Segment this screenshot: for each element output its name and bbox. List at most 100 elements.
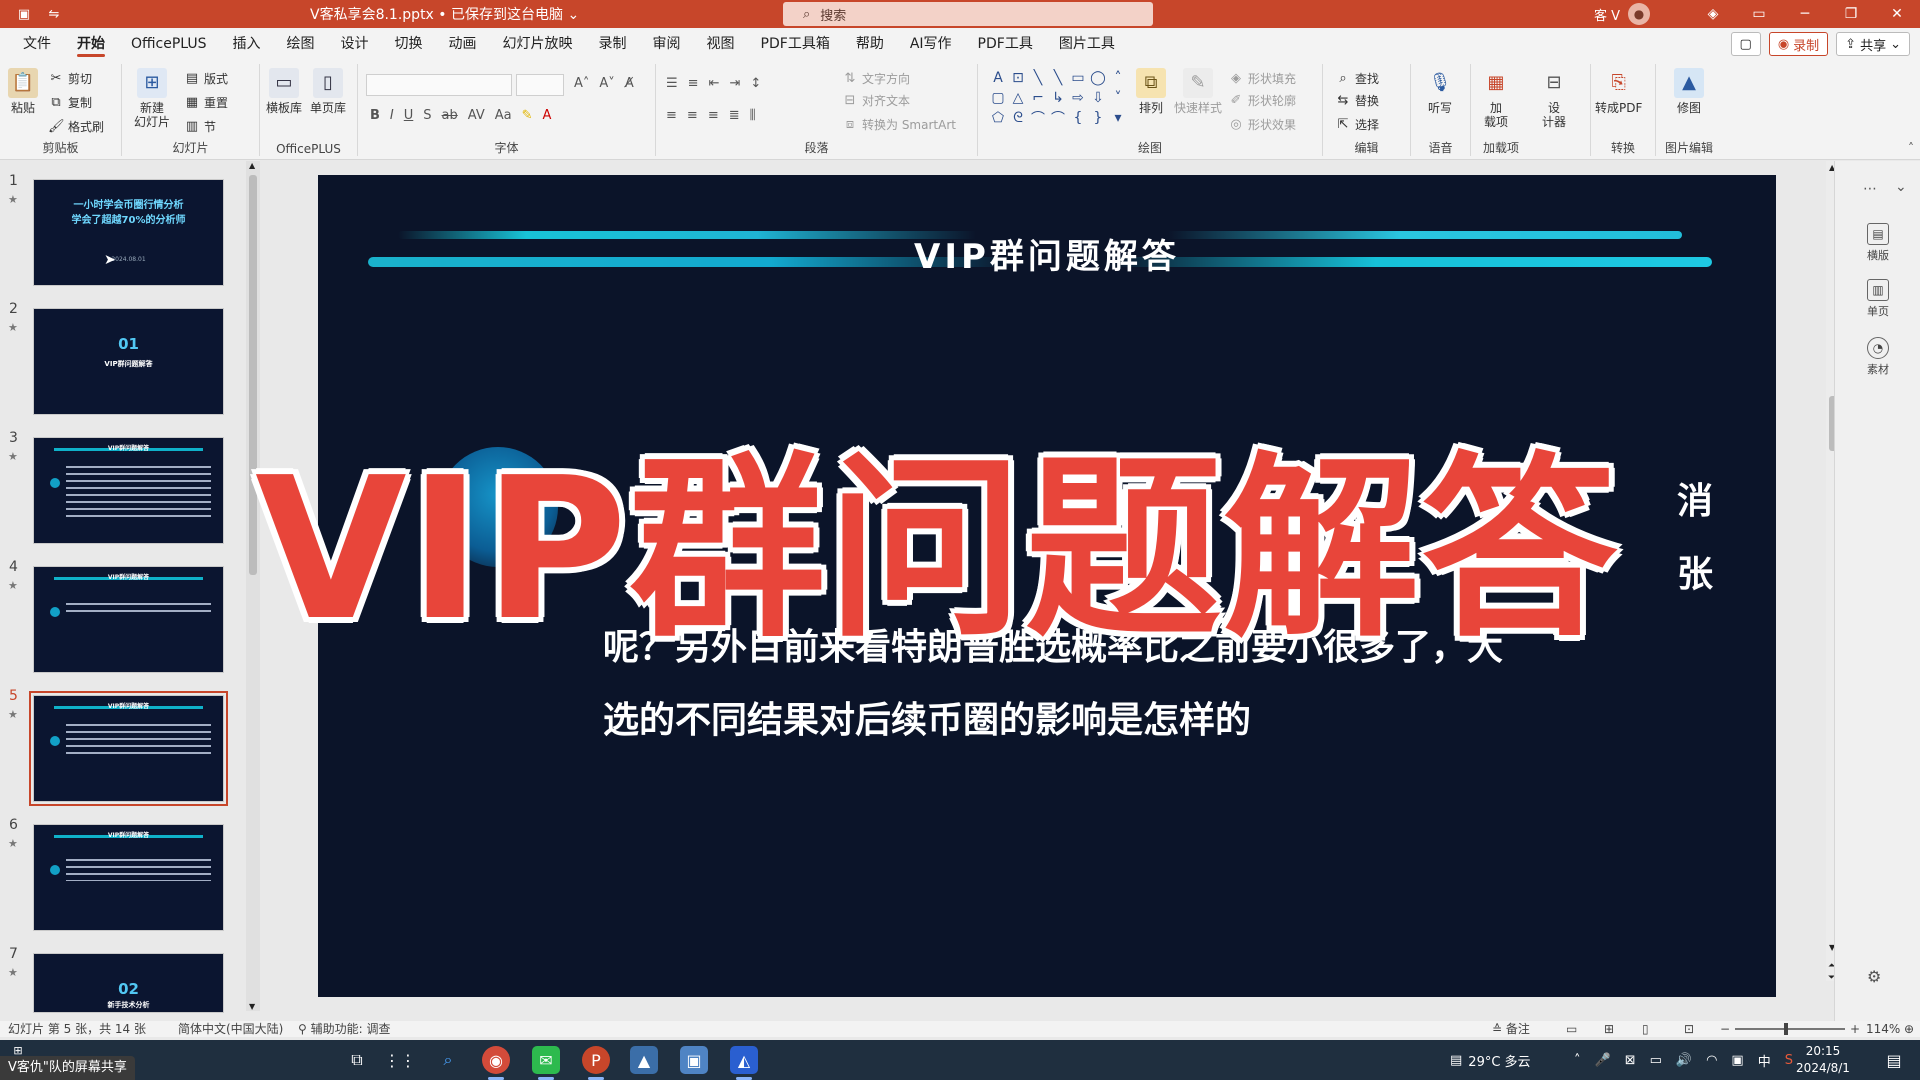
- strikethrough-icon[interactable]: ab: [442, 108, 458, 123]
- dictate-button[interactable]: 🎙 听写: [1425, 68, 1455, 116]
- minimize-button[interactable]: ─: [1782, 0, 1828, 28]
- arrow-right-shape-icon[interactable]: ⇨: [1068, 88, 1088, 108]
- copy-button[interactable]: ⧉ 复制: [48, 92, 92, 112]
- select-button[interactable]: ⇱ 选择: [1335, 114, 1379, 134]
- change-case-icon[interactable]: Aa: [495, 108, 512, 123]
- tab-picture-tools[interactable]: 图片工具: [1046, 28, 1128, 60]
- brace-right-shape-icon[interactable]: }: [1088, 108, 1108, 128]
- record-button[interactable]: ◉ 录制: [1768, 32, 1829, 56]
- zoom-in-icon[interactable]: +: [1850, 1021, 1860, 1037]
- pane-item-materials[interactable]: ◔ 素材: [1835, 337, 1920, 377]
- gallery-down-icon[interactable]: ˅: [1108, 88, 1128, 108]
- document-title[interactable]: V客私享会8.1.pptx • 已保存到这台电脑 ⌄: [310, 4, 579, 24]
- replace-button[interactable]: ⇆ 替换: [1335, 90, 1379, 110]
- weather-widget[interactable]: ▤ 29°C 多云: [1450, 1040, 1531, 1080]
- restore-button[interactable]: ❐: [1828, 0, 1874, 28]
- volume-icon[interactable]: 🔊: [1676, 1053, 1692, 1068]
- tab-file[interactable]: 文件: [10, 28, 64, 60]
- collapse-ribbon-icon[interactable]: ˄: [1908, 141, 1914, 155]
- scroll-up-icon[interactable]: ▲: [249, 161, 255, 170]
- bold-icon[interactable]: B: [370, 108, 380, 123]
- slide-position-status[interactable]: 幻灯片 第 5 张，共 14 张: [8, 1021, 146, 1037]
- wechat-icon[interactable]: ✉: [532, 1046, 560, 1074]
- convert-smartart-button[interactable]: ⧈ 转换为 SmartArt: [842, 114, 956, 134]
- justify-icon[interactable]: ≣: [729, 108, 740, 123]
- shape-fill-button[interactable]: ◈ 形状填充: [1228, 68, 1296, 88]
- more-options-icon[interactable]: ⋯: [1863, 181, 1877, 197]
- tab-slideshow[interactable]: 幻灯片放映: [490, 28, 586, 60]
- slide-sorter-view-icon[interactable]: ⊞: [1604, 1021, 1614, 1037]
- zoom-level[interactable]: 114%: [1866, 1021, 1900, 1037]
- highlight-icon[interactable]: ✎: [522, 108, 533, 123]
- freeform-shape-icon[interactable]: ᘓ: [1008, 108, 1028, 128]
- brace-left-shape-icon[interactable]: {: [1068, 108, 1088, 128]
- slideshow-view-icon[interactable]: ⊡: [1684, 1021, 1694, 1037]
- convert-pdf-button[interactable]: ⎘ 转成PDF: [1595, 68, 1642, 116]
- shape-outline-button[interactable]: ✐ 形状轮廓: [1228, 90, 1296, 110]
- user-name[interactable]: 客 V: [1594, 5, 1620, 24]
- gallery-more-icon[interactable]: ▾: [1108, 108, 1128, 128]
- start-icon[interactable]: ⊞: [6, 1044, 30, 1057]
- connector-shape-icon[interactable]: ⌐: [1028, 88, 1048, 108]
- font-color-icon[interactable]: A: [543, 108, 552, 123]
- text-direction-button[interactable]: ⇅ 文字方向: [842, 68, 910, 88]
- slide-thumbnail-2[interactable]: 01 VIP群问题解答: [33, 308, 224, 415]
- tab-design[interactable]: 设计: [328, 28, 382, 60]
- scroll-down-icon[interactable]: ▼: [249, 1002, 255, 1011]
- arc-shape-icon[interactable]: ⌒: [1048, 108, 1068, 128]
- ribbon-display-icon[interactable]: ▭: [1736, 0, 1782, 28]
- section-button[interactable]: ▥ 节: [184, 116, 216, 136]
- font-size-select[interactable]: [516, 74, 564, 96]
- align-text-button[interactable]: ⊟ 对齐文本: [842, 90, 910, 110]
- curve-shape-icon[interactable]: ⌒: [1028, 108, 1048, 128]
- designer-button[interactable]: ⊟ 设 计器: [1539, 68, 1569, 130]
- template-library-button[interactable]: ▭ 横板库: [266, 68, 302, 115]
- align-left-icon[interactable]: ≡: [666, 108, 677, 123]
- line2-shape-icon[interactable]: ╲: [1048, 68, 1068, 88]
- pentagon-shape-icon[interactable]: ⬠: [988, 108, 1008, 128]
- slide-thumbnail-4[interactable]: VIP群问题解答: [33, 566, 224, 673]
- task-view-icon[interactable]: ⧉: [343, 1046, 371, 1074]
- diamond-icon[interactable]: ◈: [1690, 0, 1736, 28]
- zoom-slider[interactable]: [1735, 1028, 1845, 1030]
- grow-font-icon[interactable]: A˄: [574, 76, 589, 91]
- tab-view[interactable]: 视图: [694, 28, 748, 60]
- new-slide-button[interactable]: ⊞ 新建 幻灯片: [130, 68, 174, 129]
- underline-icon[interactable]: U: [404, 108, 414, 123]
- tab-help[interactable]: 帮助: [843, 28, 897, 60]
- line-spacing-icon[interactable]: ↕: [750, 76, 761, 91]
- photos-icon[interactable]: ▲: [630, 1046, 658, 1074]
- accessibility-status[interactable]: ⚲ 辅助功能: 调查: [298, 1021, 390, 1037]
- char-spacing-icon[interactable]: AV: [468, 108, 485, 123]
- bullets-icon[interactable]: ☰: [666, 76, 678, 91]
- reset-button[interactable]: ▦ 重置: [184, 92, 228, 112]
- slide-title[interactable]: VIP群问题解答: [318, 229, 1776, 278]
- language-status[interactable]: 简体中文(中国大陆): [178, 1021, 283, 1037]
- increase-indent-icon[interactable]: ⇥: [729, 76, 740, 91]
- shape-effects-button[interactable]: ◎ 形状效果: [1228, 114, 1296, 134]
- apps-grid-icon[interactable]: ⋮⋮: [384, 1046, 416, 1074]
- numbering-icon[interactable]: ≡: [688, 76, 699, 91]
- shadow-icon[interactable]: S: [423, 108, 431, 123]
- addins-button[interactable]: ▦ 加 载项: [1481, 68, 1511, 130]
- zoom-out-icon[interactable]: −: [1720, 1021, 1730, 1037]
- mic-tray-icon[interactable]: 🎤: [1595, 1053, 1611, 1068]
- settings-gear-icon[interactable]: ⚙: [1867, 967, 1881, 986]
- retouch-button[interactable]: ▲ 修图: [1674, 68, 1704, 115]
- tab-record[interactable]: 录制: [586, 28, 640, 60]
- elbow-shape-icon[interactable]: ↳: [1048, 88, 1068, 108]
- app-tray-icon[interactable]: ⊠: [1625, 1053, 1636, 1068]
- clear-format-icon[interactable]: A̸: [625, 76, 634, 91]
- system-clock[interactable]: 20:15 2024/8/1: [1778, 1043, 1868, 1077]
- rounded-rect-shape-icon[interactable]: ▢: [988, 88, 1008, 108]
- tab-pdf-toolbox[interactable]: PDF工具箱: [748, 28, 843, 60]
- align-center-icon[interactable]: ≡: [687, 108, 698, 123]
- format-painter-button[interactable]: 🖌 格式刷: [48, 116, 104, 136]
- app-icon[interactable]: ▣: [16, 6, 32, 22]
- search-input[interactable]: ⌕ 搜索: [783, 2, 1153, 26]
- reading-view-icon[interactable]: ▯: [1642, 1021, 1649, 1037]
- align-right-icon[interactable]: ≡: [708, 108, 719, 123]
- fit-to-window-icon[interactable]: ⊕: [1904, 1021, 1914, 1037]
- quick-access-dropdown-icon[interactable]: ⇋: [46, 6, 62, 22]
- slide-thumbnail-3[interactable]: VIP群问题解答: [33, 437, 224, 544]
